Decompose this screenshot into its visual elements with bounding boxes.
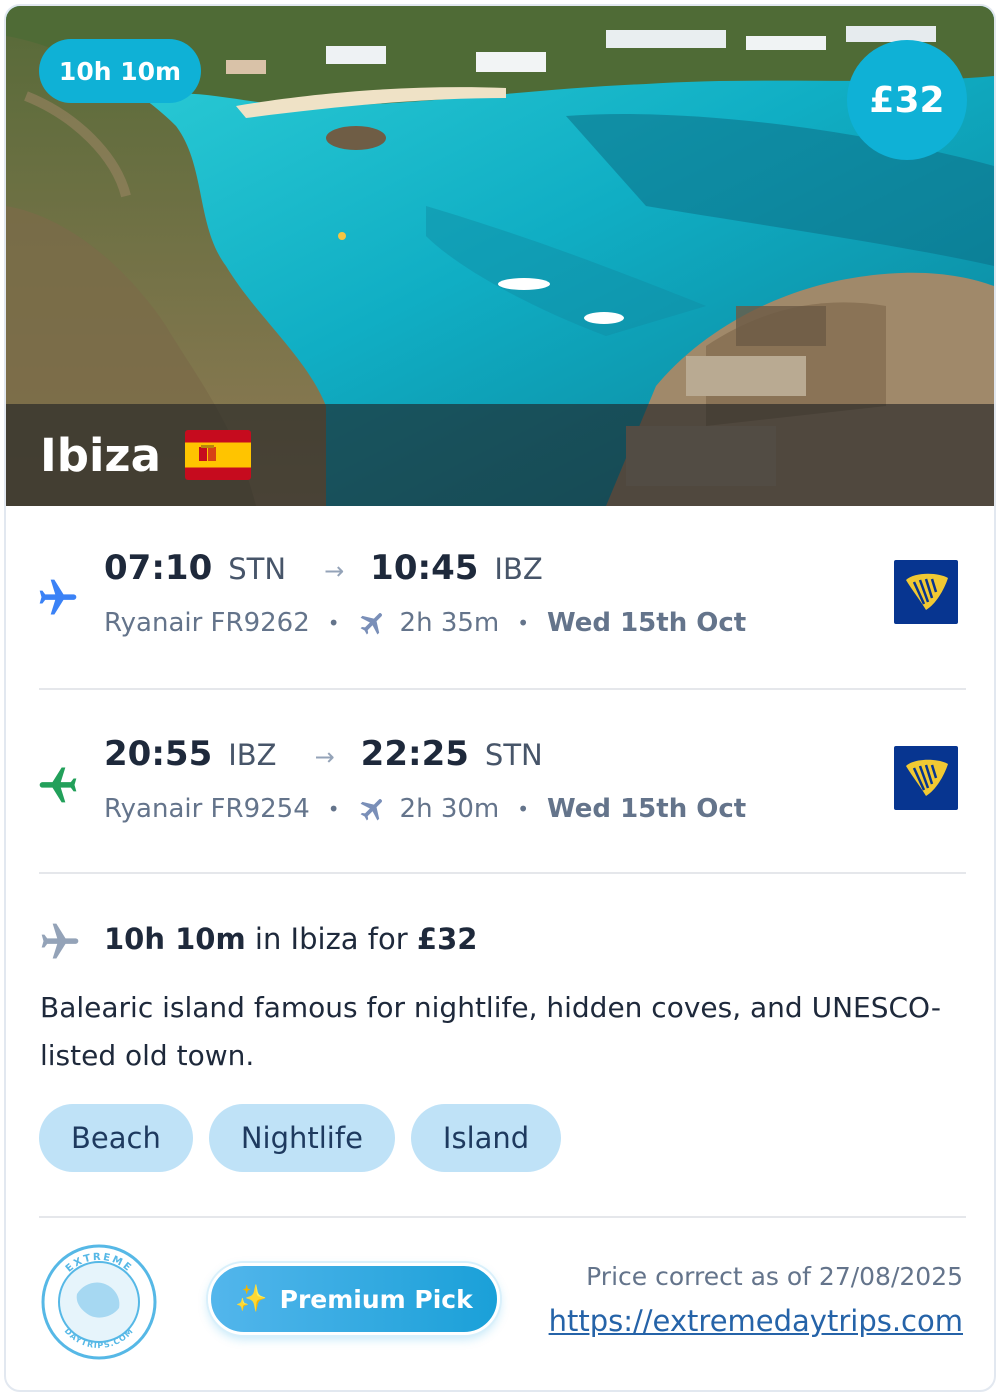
arrive-time: 10:45 (370, 548, 479, 588)
depart-airport: IBZ (228, 738, 277, 772)
arrow-right-icon: → (324, 557, 345, 585)
extremedaytrips-logo: EXTREME DAYTRIPS.COM (39, 1242, 159, 1362)
divider (39, 688, 966, 690)
depart-time: 20:55 (104, 734, 213, 774)
airplane-emoji-icon (360, 799, 382, 821)
flight-duration: 2h 35m (399, 608, 500, 638)
spain-flag-icon (184, 430, 251, 480)
flight-date: Wed 15th Oct (547, 608, 747, 638)
tag-island[interactable]: Island (410, 1104, 562, 1172)
flight-number: Ryanair FR9262 (104, 608, 310, 638)
flight-number: Ryanair FR9254 (104, 794, 310, 824)
flight-duration: 2h 30m (399, 794, 500, 824)
return-flight: 20:55 IBZ → 22:25 STN Ryanair FR9254 • 2… (6, 720, 994, 870)
tag-list: Beach Nightlife Island (39, 1104, 562, 1172)
destination-description: Balearic island famous for nightlife, hi… (40, 991, 941, 1072)
separator-dot: • (327, 611, 340, 635)
airplane-emoji-icon (360, 613, 382, 635)
price-date-note: Price correct as of 27/08/2025 (586, 1262, 963, 1291)
trip-card: 10h 10m £32 Ibiza 07:10 STN → 10:45 IBZ … (4, 4, 996, 1392)
return-times: 20:55 IBZ → 22:25 STN (104, 734, 543, 774)
separator-dot: • (517, 611, 530, 635)
outbound-flight: 07:10 STN → 10:45 IBZ Ryanair FR9262 • 2… (6, 534, 994, 684)
arrive-time: 22:25 (360, 734, 469, 774)
depart-time: 07:10 (104, 548, 213, 588)
outbound-details: Ryanair FR9262 • 2h 35m • Wed 15th Oct (104, 608, 746, 638)
return-details: Ryanair FR9254 • 2h 30m • Wed 15th Oct (104, 794, 746, 824)
summary-price: £32 (416, 922, 478, 956)
depart-airport: STN (228, 552, 287, 586)
arrow-right-icon: → (314, 743, 335, 771)
premium-pick-badge[interactable]: ✨ Premium Pick (208, 1263, 500, 1335)
plane-arrival-icon (39, 767, 77, 803)
divider (39, 872, 966, 874)
plane-departure-icon (39, 579, 77, 615)
summary-middle: in Ibiza for (245, 922, 417, 956)
summary-text: 10h 10m in Ibiza for £32 (104, 922, 477, 956)
arrive-airport: STN (484, 738, 543, 772)
hero-image: 10h 10m £32 Ibiza (6, 6, 994, 506)
premium-label: Premium Pick (279, 1284, 473, 1314)
tag-beach[interactable]: Beach (39, 1104, 193, 1172)
destination-title-bar: Ibiza (6, 404, 994, 506)
ryanair-logo (894, 560, 958, 624)
ryanair-logo (894, 746, 958, 810)
flight-date: Wed 15th Oct (547, 794, 747, 824)
price-badge: £32 (847, 40, 967, 160)
sparkles-icon: ✨ (235, 1284, 268, 1314)
trip-duration-badge: 10h 10m (39, 39, 201, 103)
website-link[interactable]: https://extremedaytrips.com (549, 1304, 963, 1338)
trip-summary: 10h 10m in Ibiza for £32 (6, 912, 994, 972)
plane-icon (41, 923, 79, 959)
summary-duration: 10h 10m (104, 922, 246, 956)
tag-nightlife[interactable]: Nightlife (208, 1104, 395, 1172)
outbound-times: 07:10 STN → 10:45 IBZ (104, 548, 543, 588)
divider (39, 1216, 966, 1218)
separator-dot: • (327, 797, 340, 821)
destination-title: Ibiza (40, 428, 161, 482)
arrive-airport: IBZ (494, 552, 543, 586)
separator-dot: • (517, 797, 530, 821)
